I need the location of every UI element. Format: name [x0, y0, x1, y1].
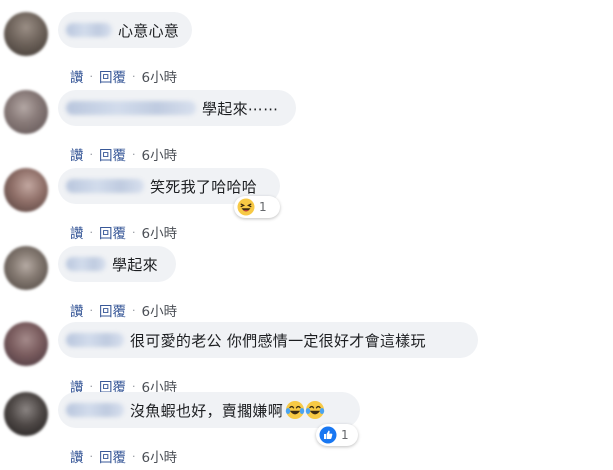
like-button[interactable]: 讚	[70, 446, 84, 466]
reaction-count: 1	[259, 200, 267, 214]
separator: ·	[132, 449, 136, 463]
like-button[interactable]: 讚	[70, 66, 84, 86]
comment-timestamp[interactable]: 6小時	[142, 222, 178, 242]
comment-item: 很可愛的老公 你們感情一定很好才會這樣玩 讚 · 回覆 · 6小時	[0, 322, 613, 400]
commenter-name-blurred[interactable]	[66, 333, 124, 347]
comment-actions: 讚 · 回覆 · 6小時	[70, 300, 178, 321]
avatar[interactable]	[4, 392, 48, 436]
comment-text: 很可愛的老公 你們感情一定很好才會這樣玩	[130, 331, 426, 350]
separator: ·	[89, 225, 94, 239]
comment-item: 學起來⋯⋯ 讚 · 回覆 · 6小時	[0, 90, 613, 168]
comment-bubble: 很可愛的老公 你們感情一定很好才會這樣玩	[58, 322, 478, 358]
separator: ·	[89, 303, 94, 317]
comment-item: 學起來 讚 · 回覆 · 6小時	[0, 246, 613, 324]
comment-timestamp[interactable]: 6小時	[142, 144, 178, 164]
comment-text: 學起來	[112, 255, 158, 274]
commenter-name-blurred[interactable]	[66, 23, 112, 37]
reply-button[interactable]: 回覆	[99, 222, 126, 242]
comment-bubble: 沒魚蝦也好，賣擱嫌啊	[58, 392, 360, 428]
comment-timestamp[interactable]: 6小時	[142, 300, 178, 320]
tears-of-joy-emoji-icon	[285, 401, 305, 419]
comment-actions: 讚 · 回覆 · 6小時	[70, 446, 178, 467]
separator: ·	[89, 379, 94, 393]
comment-timestamp[interactable]: 6小時	[142, 66, 178, 86]
commenter-name-blurred[interactable]	[66, 179, 144, 193]
commenter-name-blurred[interactable]	[66, 403, 124, 417]
comment-item: 笑死我了哈哈哈 1 讚 · 回覆 · 6小時	[0, 168, 613, 246]
comment-text: 沒魚蝦也好，賣擱嫌啊	[130, 401, 284, 420]
commenter-name-blurred[interactable]	[66, 101, 196, 115]
reply-button[interactable]: 回覆	[99, 144, 126, 164]
reply-button[interactable]: 回覆	[99, 66, 126, 86]
comment-actions: 讚 · 回覆 · 6小時	[70, 222, 178, 243]
commenter-name-blurred[interactable]	[66, 257, 106, 271]
comment-bubble: 心意心意	[58, 12, 192, 48]
reaction-summary[interactable]: 1	[316, 424, 358, 446]
separator: ·	[89, 147, 94, 161]
comment-item: 心意心意 讚 · 回覆 · 6小時	[0, 12, 613, 90]
comment-text: 笑死我了哈哈哈	[150, 177, 258, 196]
separator: ·	[89, 449, 94, 463]
avatar[interactable]	[4, 322, 48, 366]
comment-bubble: 學起來⋯⋯	[58, 90, 296, 126]
reply-button[interactable]: 回覆	[99, 300, 126, 320]
reply-button[interactable]: 回覆	[99, 446, 126, 466]
like-button[interactable]: 讚	[70, 300, 84, 320]
avatar[interactable]	[4, 90, 48, 134]
like-button[interactable]: 讚	[70, 222, 84, 242]
comment-item: 沒魚蝦也好，賣擱嫌啊 1 讚 · 回覆 · 6小時	[0, 392, 613, 470]
laughing-emoji-icon	[237, 198, 255, 216]
comment-timestamp[interactable]: 6小時	[142, 446, 178, 466]
separator: ·	[132, 69, 136, 83]
avatar[interactable]	[4, 12, 48, 56]
comment-text: 心意心意	[118, 21, 180, 40]
avatar[interactable]	[4, 246, 48, 290]
comment-bubble: 學起來	[58, 246, 176, 282]
separator: ·	[132, 303, 136, 317]
reaction-summary[interactable]: 1	[234, 196, 280, 218]
separator: ·	[132, 225, 136, 239]
avatar[interactable]	[4, 168, 48, 212]
separator: ·	[89, 69, 94, 83]
like-button[interactable]: 讚	[70, 144, 84, 164]
reaction-count: 1	[341, 428, 349, 442]
comment-text: 學起來⋯⋯	[202, 99, 279, 118]
comment-actions: 讚 · 回覆 · 6小時	[70, 66, 178, 87]
like-thumb-icon	[319, 426, 337, 444]
tears-of-joy-emoji-icon	[305, 401, 325, 419]
separator: ·	[132, 379, 136, 393]
comment-actions: 讚 · 回覆 · 6小時	[70, 144, 178, 165]
separator: ·	[132, 147, 136, 161]
